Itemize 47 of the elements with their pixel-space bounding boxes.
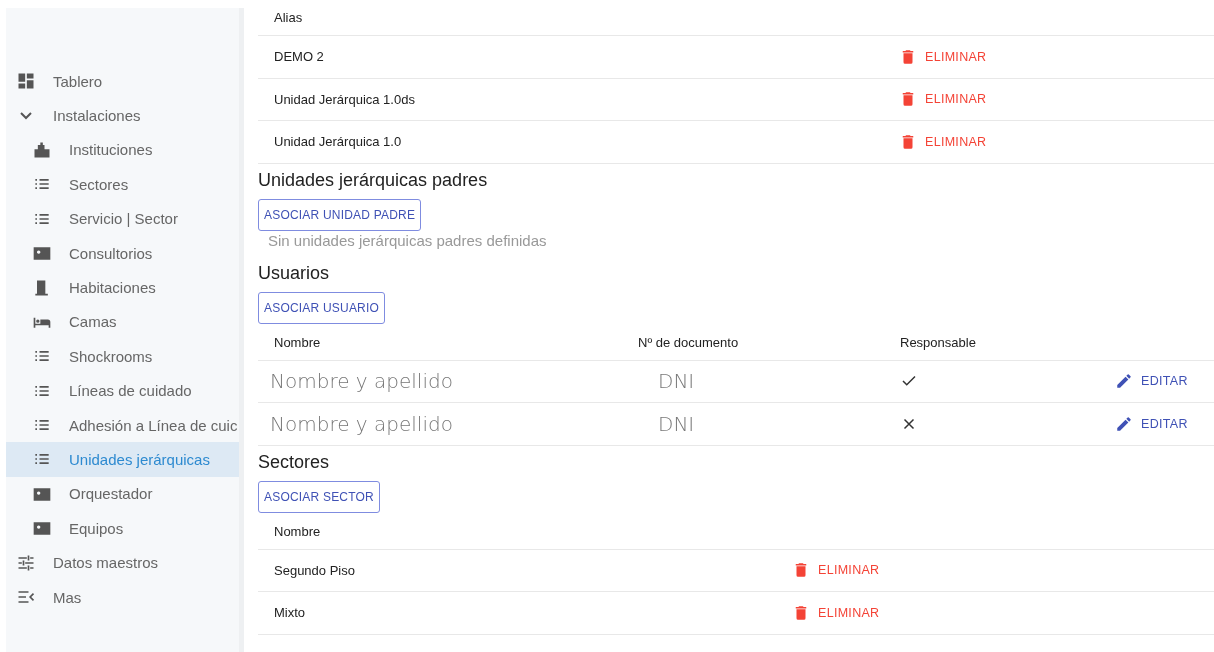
empty-message: Sin unidades jerárquicas padres definidas bbox=[268, 231, 548, 249]
table-cell: Mixto bbox=[274, 605, 306, 621]
table-cell: DNI bbox=[658, 411, 695, 436]
sidebar-item[interactable]: Camas bbox=[6, 304, 239, 340]
table-cell: Nombre y apellido bbox=[270, 369, 453, 394]
associate-button[interactable]: ASOCIAR UNIDAD PADRE bbox=[258, 198, 422, 231]
sidebar-item[interactable]: Habitaciones bbox=[6, 270, 239, 305]
sidebar-item[interactable]: Instalaciones bbox=[6, 98, 239, 133]
table-cell: Unidad Jerárquica 1.0ds bbox=[274, 91, 415, 107]
edit-button[interactable]: EDITAR bbox=[1115, 368, 1188, 395]
sidebar-item[interactable]: Líneas de cuidado bbox=[6, 373, 239, 408]
table-cell: DNI bbox=[658, 369, 695, 394]
sidebar-item[interactable]: Unidades jerárquicas bbox=[6, 442, 239, 477]
edit-button[interactable]: EDITAR bbox=[1115, 410, 1188, 437]
column-header: Responsable bbox=[900, 334, 976, 350]
delete-button[interactable]: ELIMINAR bbox=[792, 557, 880, 584]
associate-button[interactable]: ASOCIAR SECTOR bbox=[258, 480, 380, 513]
column-header: Alias bbox=[274, 10, 303, 25]
delete-button[interactable]: ELIMINAR bbox=[899, 86, 987, 113]
sidebar-item[interactable]: Datos maestros bbox=[6, 545, 239, 580]
column-header: Nombre bbox=[274, 334, 321, 350]
table-cell: DEMO 2 bbox=[274, 49, 324, 65]
sidebar-item[interactable]: Equipos bbox=[6, 511, 239, 546]
delete-button[interactable]: ELIMINAR bbox=[899, 128, 987, 155]
delete-button[interactable]: ELIMINAR bbox=[792, 599, 880, 626]
table-cell: Segundo Piso bbox=[274, 562, 355, 578]
section-title: Usuarios bbox=[258, 262, 331, 284]
table-cell: Unidad Jerárquica 1.0 bbox=[274, 134, 402, 150]
sidebar-item[interactable]: Adhesión a Línea de cuic bbox=[6, 407, 239, 443]
pencil-icon bbox=[1115, 414, 1133, 433]
dashboard-icon bbox=[16, 71, 36, 92]
sidebar-item[interactable]: Shockrooms bbox=[6, 339, 239, 374]
delete-button[interactable]: ELIMINAR bbox=[899, 43, 987, 70]
pencil-icon bbox=[1115, 372, 1133, 391]
section-title: Sectores bbox=[258, 451, 331, 473]
sidebar-item[interactable]: Orquestador bbox=[6, 476, 239, 512]
sidebar-item[interactable]: Consultorios bbox=[6, 235, 239, 271]
section-title: Unidades jerárquicas padres bbox=[258, 169, 489, 191]
table-cell: Nombre y apellido bbox=[270, 411, 453, 436]
column-header: Nº de documento bbox=[638, 334, 739, 350]
sidebar-item[interactable]: Mas bbox=[6, 579, 239, 615]
sidebar-item[interactable]: Sectores bbox=[6, 167, 239, 202]
sidebar-item[interactable]: Tablero bbox=[6, 64, 239, 99]
sidebar-item[interactable]: Instituciones bbox=[6, 132, 239, 168]
column-header: Nombre bbox=[274, 523, 321, 539]
sidebar-item[interactable]: Servicio | Sector bbox=[6, 201, 239, 236]
associate-button[interactable]: ASOCIAR USUARIO bbox=[258, 291, 386, 324]
